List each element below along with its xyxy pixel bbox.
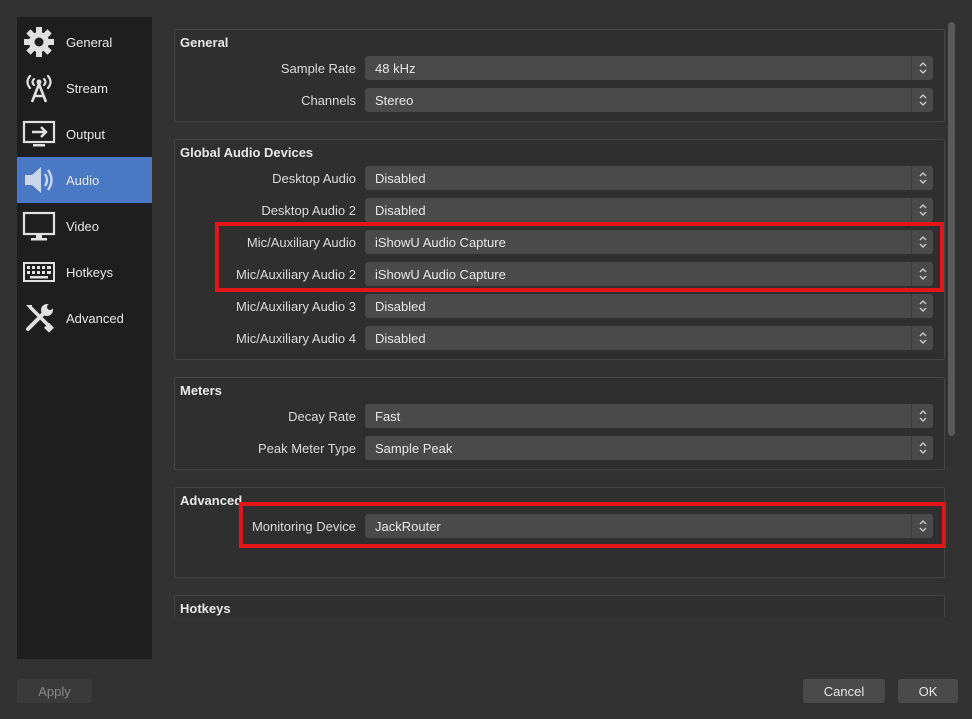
keyboard-icon (22, 255, 56, 289)
sidebar-item-label: Hotkeys (66, 264, 113, 280)
desktop-audio-2-label: Desktop Audio 2 (261, 203, 356, 218)
mic-aux-4-label: Mic/Auxiliary Audio 4 (236, 331, 356, 346)
chevron-up-down-icon (911, 56, 933, 80)
content-scrollbar[interactable] (944, 17, 958, 617)
sidebar-item-output[interactable]: Output (17, 111, 152, 157)
settings-content: General Sample Rate 48 kHz Channels Ster… (166, 17, 958, 617)
desktop-audio-select[interactable]: Disabled (365, 166, 933, 190)
mic-aux-select[interactable]: iShowU Audio Capture (365, 230, 933, 254)
select-value: iShowU Audio Capture (375, 234, 506, 250)
group-title: Hotkeys (180, 601, 231, 616)
sidebar-item-stream[interactable]: Stream (17, 65, 152, 111)
sidebar-item-label: Output (66, 126, 106, 142)
chevron-up-down-icon (911, 436, 933, 460)
general-group: General Sample Rate 48 kHz Channels Ster… (174, 29, 945, 122)
apply-button[interactable]: Apply (17, 679, 92, 703)
channels-select[interactable]: Stereo (365, 88, 933, 112)
mic-aux-3-label: Mic/Auxiliary Audio 3 (236, 299, 356, 314)
chevron-up-down-icon (911, 88, 933, 112)
speaker-icon (22, 163, 56, 197)
chevron-up-down-icon (911, 262, 933, 286)
scrollbar-thumb[interactable] (948, 22, 955, 436)
chevron-up-down-icon (911, 166, 933, 190)
select-value: iShowU Audio Capture (375, 266, 506, 282)
peak-meter-type-label: Peak Meter Type (257, 441, 356, 456)
sidebar-item-label: Audio (66, 172, 100, 188)
sidebar-item-general[interactable]: General (17, 19, 152, 65)
advanced-group: Advanced Monitoring Device JackRouter (174, 487, 945, 578)
cancel-button[interactable]: Cancel (803, 679, 885, 703)
chevron-up-down-icon (911, 404, 933, 428)
chevron-up-down-icon (911, 198, 933, 222)
channels-label: Channels (301, 93, 356, 108)
desktop-audio-2-select[interactable]: Disabled (365, 198, 933, 222)
chevron-up-down-icon (911, 326, 933, 350)
sample-rate-select[interactable]: 48 kHz (365, 56, 933, 80)
settings-sidebar: General Stream Output Audio Video Hotkey… (17, 17, 152, 659)
select-value: Sample Peak (375, 440, 453, 456)
chevron-up-down-icon (911, 514, 933, 538)
select-value: Disabled (375, 170, 426, 186)
select-value: JackRouter (375, 518, 441, 534)
hotkeys-group: Hotkeys (174, 595, 945, 617)
sidebar-item-advanced[interactable]: Advanced (17, 295, 152, 341)
select-value: Disabled (375, 298, 426, 314)
group-title: Global Audio Devices (180, 145, 314, 160)
chevron-up-down-icon (911, 230, 933, 254)
gear-icon (22, 25, 56, 59)
select-value: Disabled (375, 202, 426, 218)
output-icon (22, 117, 56, 151)
sidebar-item-label: Advanced (66, 310, 124, 326)
monitoring-device-label: Monitoring Device (251, 519, 356, 534)
sidebar-item-label: Video (66, 218, 100, 234)
mic-aux-3-select[interactable]: Disabled (365, 294, 933, 318)
desktop-audio-label: Desktop Audio (272, 171, 356, 186)
sidebar-item-label: Stream (66, 80, 108, 96)
sidebar-item-audio[interactable]: Audio (17, 157, 152, 203)
group-title: Advanced (180, 493, 243, 508)
global-audio-group: Global Audio Devices Desktop Audio Disab… (174, 139, 945, 360)
tools-icon (22, 301, 56, 335)
decay-rate-select[interactable]: Fast (365, 404, 933, 428)
sidebar-item-label: General (66, 34, 113, 50)
chevron-up-down-icon (911, 294, 933, 318)
meters-group: Meters Decay Rate Fast Peak Meter Type S… (174, 377, 945, 470)
mic-aux-2-label: Mic/Auxiliary Audio 2 (236, 267, 356, 282)
sidebar-item-video[interactable]: Video (17, 203, 152, 249)
mic-aux-4-select[interactable]: Disabled (365, 326, 933, 350)
peak-meter-type-select[interactable]: Sample Peak (365, 436, 933, 460)
group-title: General (180, 35, 229, 50)
ok-button[interactable]: OK (898, 679, 958, 703)
select-value: 48 kHz (375, 60, 416, 76)
sidebar-item-hotkeys[interactable]: Hotkeys (17, 249, 152, 295)
mic-aux-2-select[interactable]: iShowU Audio Capture (365, 262, 933, 286)
select-value: Disabled (375, 330, 426, 346)
select-value: Stereo (375, 92, 414, 108)
monitor-icon (22, 209, 56, 243)
select-value: Fast (375, 408, 401, 424)
antenna-icon (22, 71, 56, 105)
mic-aux-label: Mic/Auxiliary Audio (246, 235, 356, 250)
decay-rate-label: Decay Rate (288, 409, 356, 424)
group-title: Meters (180, 383, 222, 398)
sample-rate-label: Sample Rate (280, 61, 356, 76)
monitoring-device-select[interactable]: JackRouter (365, 514, 933, 538)
